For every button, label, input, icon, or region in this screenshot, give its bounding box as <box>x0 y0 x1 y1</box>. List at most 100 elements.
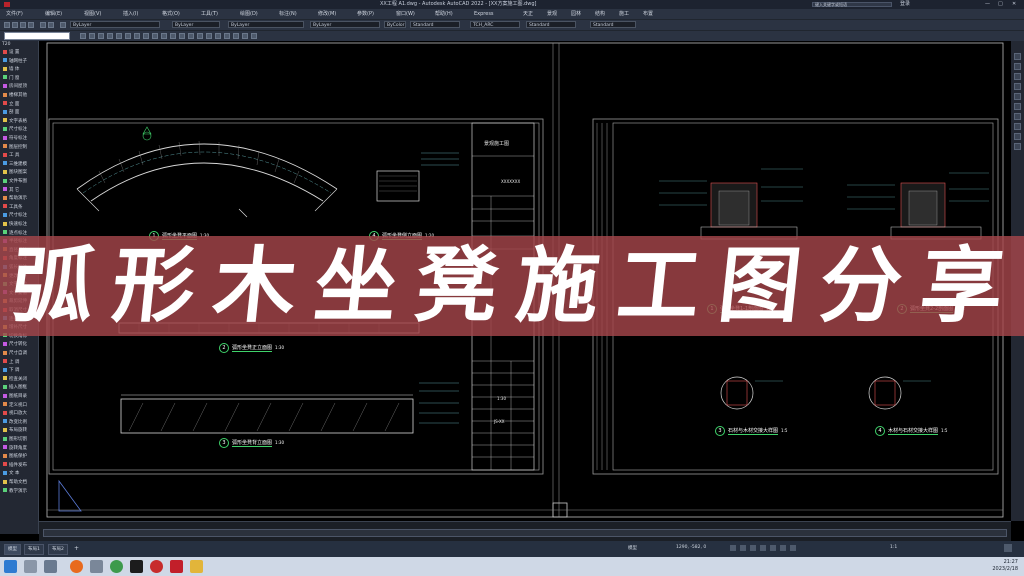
polyline-icon[interactable] <box>89 33 95 39</box>
tab-layout1[interactable]: 布局1 <box>24 544 44 555</box>
scale-icon[interactable] <box>170 33 176 39</box>
side-menu-item[interactable]: 图纸目录 <box>3 393 37 400</box>
ortho-icon[interactable] <box>750 545 756 551</box>
menu-item-8[interactable]: 修改(M) <box>318 9 336 19</box>
side-menu-item[interactable]: 工 具 <box>3 152 37 159</box>
task-view-icon[interactable] <box>44 560 57 573</box>
osnap-icon[interactable] <box>770 545 776 551</box>
hatch-icon[interactable] <box>125 33 131 39</box>
add-layout-icon[interactable]: + <box>72 544 81 553</box>
side-menu-item[interactable]: 图纸保护 <box>3 453 37 460</box>
blocks-icon[interactable] <box>1014 123 1021 130</box>
explorer-icon[interactable] <box>90 560 103 573</box>
tab-layout2[interactable]: 布局2 <box>48 544 68 555</box>
otrack-icon[interactable] <box>780 545 786 551</box>
model-space-label[interactable]: 模型 <box>628 545 637 551</box>
side-menu-item[interactable]: 快速标注 <box>3 221 37 228</box>
text-icon[interactable] <box>134 33 140 39</box>
line-icon[interactable] <box>80 33 86 39</box>
copy-icon[interactable] <box>152 33 158 39</box>
layer-manager-icon[interactable] <box>60 22 66 28</box>
tab-model[interactable]: 模型 <box>4 544 21 555</box>
dimstyle-combo[interactable]: TCH_ARC <box>470 21 520 28</box>
side-menu-item[interactable]: 检查关闭 <box>3 376 37 383</box>
side-menu-item[interactable]: 视口放大 <box>3 410 37 417</box>
rectangle-icon[interactable] <box>116 33 122 39</box>
redo-icon[interactable] <box>48 22 54 28</box>
side-menu-item[interactable]: 改变比例 <box>3 419 37 426</box>
taskbar-clock[interactable]: 21:27 2023/2/18 <box>992 559 1018 573</box>
lineweight-icon[interactable] <box>790 545 796 551</box>
side-menu-item[interactable]: 图块图案 <box>3 169 37 176</box>
menu-item-2[interactable]: 视图(V) <box>84 9 101 19</box>
menu-item-16[interactable]: 结构 <box>595 9 605 19</box>
leader-icon[interactable] <box>251 33 257 39</box>
annotation-scale[interactable]: 1:1 <box>890 545 897 550</box>
windows-start-icon[interactable] <box>4 560 17 573</box>
side-menu-item[interactable]: 帮助演示 <box>3 195 37 202</box>
side-menu-item[interactable]: 剖 面 <box>3 109 37 116</box>
new-icon[interactable] <box>4 22 10 28</box>
side-menu-item[interactable]: 插件发布 <box>3 462 37 469</box>
capcut-icon[interactable] <box>130 560 143 573</box>
circle-icon[interactable] <box>98 33 104 39</box>
side-menu-item[interactable]: 图形切割 <box>3 436 37 443</box>
side-menu-item[interactable]: 尺寸标注 <box>3 126 37 133</box>
menu-item-1[interactable]: 编辑(E) <box>45 9 62 19</box>
textstyle-combo[interactable]: Standard <box>410 21 460 28</box>
menu-item-3[interactable]: 插入(I) <box>123 9 138 19</box>
explode-icon[interactable] <box>233 33 239 39</box>
linetype-combo[interactable]: ByLayer <box>228 21 304 28</box>
search-input[interactable]: 键入关键字或短语 <box>812 2 892 7</box>
mirror-icon[interactable] <box>206 33 212 39</box>
layers-icon[interactable] <box>1014 113 1021 120</box>
menu-item-18[interactable]: 布置 <box>643 9 653 19</box>
side-menu-item[interactable]: 定义视口 <box>3 402 37 409</box>
side-menu-item[interactable]: 门 窗 <box>3 75 37 82</box>
polar-icon[interactable] <box>760 545 766 551</box>
side-menu-item[interactable]: 其 它 <box>3 187 37 194</box>
minimize-button[interactable]: — <box>985 0 990 9</box>
menu-item-9[interactable]: 参数(P) <box>357 9 374 19</box>
side-menu-item[interactable]: 插入图框 <box>3 384 37 391</box>
firefox-icon[interactable] <box>70 560 83 573</box>
side-menu-item[interactable]: 图层控制 <box>3 144 37 151</box>
close-button[interactable]: ✕ <box>1012 0 1016 9</box>
menu-item-15[interactable]: 园林 <box>571 9 581 19</box>
side-menu-item[interactable]: 立 面 <box>3 101 37 108</box>
save-icon[interactable] <box>20 22 26 28</box>
arc-icon[interactable] <box>107 33 113 39</box>
zoom-icon[interactable] <box>1014 73 1021 80</box>
rotate-icon[interactable] <box>161 33 167 39</box>
fillet-icon[interactable] <box>215 33 221 39</box>
side-menu-item[interactable]: 下 调 <box>3 367 37 374</box>
side-menu-item[interactable]: 教学演示 <box>3 488 37 495</box>
plotstyle-combo[interactable]: ByColor <box>384 21 406 28</box>
menu-item-12[interactable]: Express <box>474 9 494 19</box>
pan-icon[interactable] <box>1014 63 1021 70</box>
side-menu-item[interactable]: 旋转角度 <box>3 445 37 452</box>
maximize-button[interactable]: □ <box>998 0 1003 9</box>
command-search-input[interactable] <box>4 32 70 40</box>
side-menu-item[interactable]: 工具条 <box>3 204 37 211</box>
side-menu-item[interactable]: 尺寸自调 <box>3 350 37 357</box>
side-menu-item[interactable]: 墙 体 <box>3 66 37 73</box>
customize-icon[interactable] <box>1004 544 1012 552</box>
design-center-icon[interactable] <box>1014 133 1021 140</box>
menu-item-17[interactable]: 施工 <box>619 9 629 19</box>
side-menu-item[interactable]: 文 本 <box>3 470 37 477</box>
side-menu-item[interactable]: 文字表格 <box>3 118 37 125</box>
command-input[interactable] <box>43 529 1007 537</box>
extend-icon[interactable] <box>188 33 194 39</box>
color-combo[interactable]: ByLayer <box>172 21 220 28</box>
mleaderstyle-combo[interactable]: Standard <box>590 21 636 28</box>
trim-icon[interactable] <box>179 33 185 39</box>
side-menu-item[interactable]: 设 置 <box>3 49 37 56</box>
lineweight-combo[interactable]: ByLayer <box>310 21 380 28</box>
open-icon[interactable] <box>12 22 18 28</box>
side-menu-item[interactable]: 楼梯其他 <box>3 92 37 99</box>
menu-item-6[interactable]: 绘图(D) <box>240 9 258 19</box>
search-icon[interactable] <box>24 560 37 573</box>
offset-icon[interactable] <box>197 33 203 39</box>
folder-icon[interactable] <box>190 560 203 573</box>
